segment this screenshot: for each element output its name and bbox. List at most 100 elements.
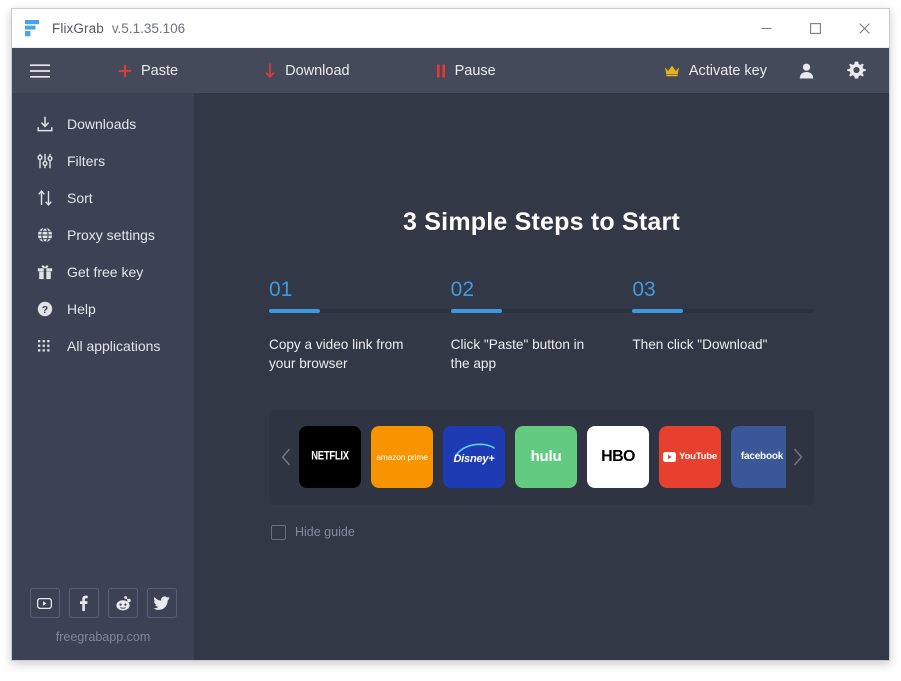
gear-icon xyxy=(846,61,866,79)
sort-arrows-icon xyxy=(36,189,53,206)
service-label: YouTube xyxy=(679,451,717,463)
globe-icon xyxy=(36,226,53,243)
youtube-icon xyxy=(37,597,52,609)
sidebar-item-get-free-key[interactable]: Get free key xyxy=(12,253,194,290)
step-col-2: 02 xyxy=(450,278,633,313)
chevron-left-icon xyxy=(281,448,290,466)
main-toolbar: Paste Download Pause Activate key xyxy=(12,48,889,93)
carousel-track: NETFLIX amazon prime Disney+ hulu HBO Yo… xyxy=(297,410,786,505)
application-window: FlixGrab v.5.1.35.106 Paste Download Pau… xyxy=(11,8,890,661)
activate-key-label: Activate key xyxy=(688,62,767,79)
svg-text:?: ? xyxy=(41,303,47,315)
maximize-button[interactable] xyxy=(791,9,840,47)
step-description: Then click "Download" xyxy=(632,337,768,352)
minimize-button[interactable] xyxy=(742,9,791,47)
maximize-icon xyxy=(810,22,821,34)
facebook-f-icon xyxy=(80,595,88,611)
download-button[interactable]: Download xyxy=(250,48,364,93)
service-tile-disney-plus[interactable]: Disney+ xyxy=(443,426,505,489)
sidebar-item-sort[interactable]: Sort xyxy=(12,179,194,216)
step-number: 02 xyxy=(450,278,475,301)
plus-icon xyxy=(118,64,132,78)
sidebar-item-downloads[interactable]: Downloads xyxy=(12,105,194,142)
service-tile-netflix[interactable]: NETFLIX xyxy=(299,426,361,489)
crown-icon xyxy=(664,64,680,77)
service-tile-amazon-prime[interactable]: amazon prime xyxy=(371,426,433,489)
sidebar-item-all-applications[interactable]: All applications xyxy=(12,327,194,364)
app-title: FlixGrab xyxy=(52,20,104,36)
step-fill xyxy=(450,309,502,313)
sidebar-item-proxy-settings[interactable]: Proxy settings xyxy=(12,216,194,253)
arrow-down-icon xyxy=(264,63,276,78)
hide-guide-checkbox[interactable]: Hide guide xyxy=(269,524,814,540)
menu-button[interactable] xyxy=(12,63,68,78)
window-controls xyxy=(742,9,889,47)
minimize-icon xyxy=(761,27,772,29)
website-link[interactable]: freegrabapp.com xyxy=(12,630,194,644)
reddit-link[interactable] xyxy=(107,588,138,618)
pause-icon xyxy=(436,64,446,78)
activate-key-button[interactable]: Activate key xyxy=(650,48,781,93)
service-tile-facebook[interactable]: facebook xyxy=(731,426,786,489)
service-label: Disney+ xyxy=(453,453,495,466)
sidebar-item-help[interactable]: ? Help xyxy=(12,290,194,327)
reddit-icon xyxy=(115,595,131,610)
sliders-icon xyxy=(36,153,53,169)
chevron-right-icon xyxy=(793,448,802,466)
user-icon xyxy=(799,63,813,78)
window-body: Downloads Filters Sort Proxy settings Ge… xyxy=(12,93,889,660)
steps-progress: 01 02 03 xyxy=(269,278,815,313)
step-number: 01 xyxy=(269,278,293,301)
sidebar: Downloads Filters Sort Proxy settings Ge… xyxy=(12,93,194,660)
service-tile-hulu[interactable]: hulu xyxy=(515,426,577,489)
service-tile-hbo[interactable]: HBO xyxy=(587,426,649,489)
youtube-play-icon xyxy=(663,452,677,463)
service-label: HBO xyxy=(601,447,635,465)
sidebar-item-filters[interactable]: Filters xyxy=(12,142,194,179)
getting-started-guide: 3 Simple Steps to Start 01 02 03 Copy a … xyxy=(269,93,815,540)
question-circle-icon: ? xyxy=(36,301,53,317)
sidebar-nav: Downloads Filters Sort Proxy settings Ge… xyxy=(12,93,194,364)
twitter-link[interactable] xyxy=(146,588,177,618)
service-label: hulu xyxy=(530,448,562,466)
step-number: 03 xyxy=(632,278,656,301)
step-col-3: 03 xyxy=(632,278,815,313)
social-links xyxy=(12,588,194,618)
carousel-next-button[interactable] xyxy=(786,448,808,466)
flixgrab-logo-icon xyxy=(24,20,39,37)
sidebar-item-label: Proxy settings xyxy=(67,226,155,243)
paste-button-label: Paste xyxy=(141,62,179,79)
download-button-label: Download xyxy=(285,62,350,79)
settings-button[interactable] xyxy=(831,48,881,93)
sidebar-item-label: Sort xyxy=(67,189,93,206)
youtube-link[interactable] xyxy=(29,588,60,618)
facebook-link[interactable] xyxy=(68,588,99,618)
service-label: amazon prime xyxy=(376,451,428,462)
step-description: Click "Paste" button in the app xyxy=(450,337,585,372)
sidebar-item-label: Filters xyxy=(67,152,106,169)
carousel-prev-button[interactable] xyxy=(275,448,297,466)
guide-title: 3 Simple Steps to Start xyxy=(403,208,680,236)
hide-guide-label: Hide guide xyxy=(295,525,355,540)
gift-icon xyxy=(36,264,53,280)
sidebar-item-label: Help xyxy=(67,300,96,317)
sidebar-item-label: Get free key xyxy=(67,263,144,280)
checkbox-box[interactable] xyxy=(271,524,286,540)
sidebar-item-label: Downloads xyxy=(67,115,137,132)
step-track xyxy=(632,309,815,313)
services-carousel: NETFLIX amazon prime Disney+ hulu HBO Yo… xyxy=(269,409,814,505)
service-label: facebook xyxy=(740,450,784,462)
service-tile-youtube[interactable]: YouTube xyxy=(659,426,721,489)
account-button[interactable] xyxy=(781,48,831,93)
app-logo xyxy=(12,19,52,37)
paste-button[interactable]: Paste xyxy=(104,48,192,93)
service-label: NETFLIX xyxy=(311,449,349,464)
pause-button[interactable]: Pause xyxy=(422,48,510,93)
step-track xyxy=(269,309,451,313)
step-col-1: 01 xyxy=(269,278,451,313)
steps-descriptions: Copy a video link from your browser Clic… xyxy=(269,335,814,374)
step-description: Copy a video link from your browser xyxy=(269,337,404,372)
step-fill xyxy=(269,309,320,313)
close-button[interactable] xyxy=(840,9,889,47)
